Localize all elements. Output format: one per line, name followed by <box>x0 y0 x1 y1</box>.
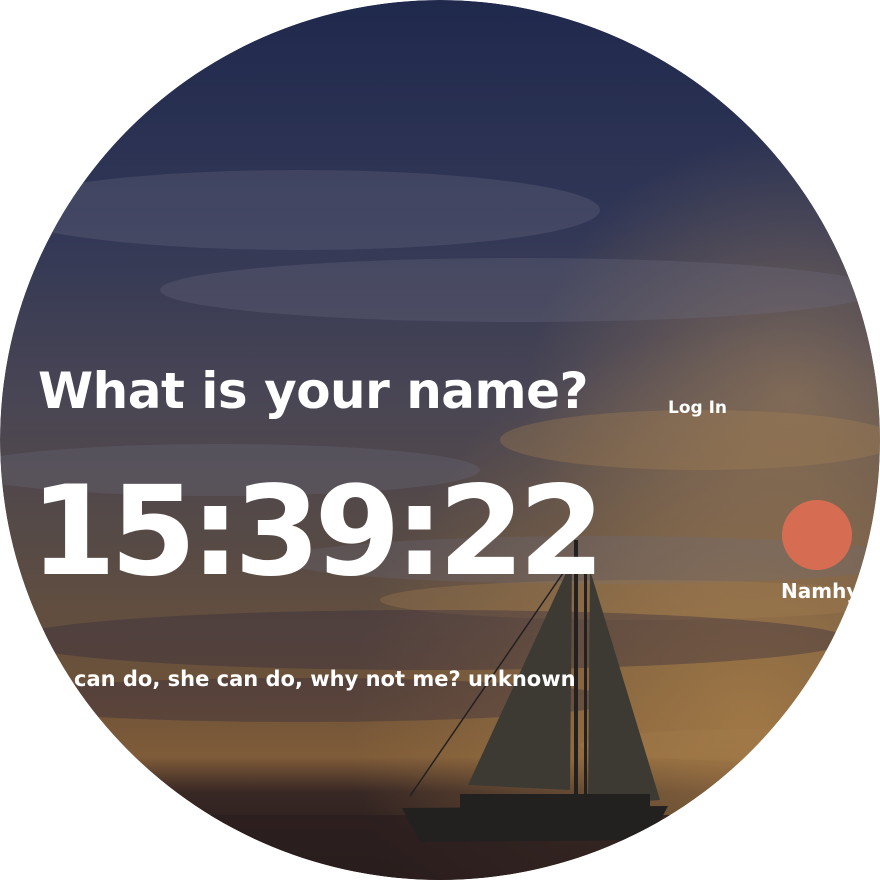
quote-text: can do, she can do, why not me? unknown <box>74 667 576 691</box>
username-label: Namhya <box>781 579 873 603</box>
background-image <box>0 0 880 880</box>
name-prompt-heading: What is your name? <box>38 362 589 420</box>
avatar[interactable] <box>782 500 852 570</box>
circular-viewport: What is your name? Log In 15:39:22 Namhy… <box>0 0 880 880</box>
login-link[interactable]: Log In <box>668 398 727 418</box>
clock-time: 15:39:22 <box>30 460 605 604</box>
